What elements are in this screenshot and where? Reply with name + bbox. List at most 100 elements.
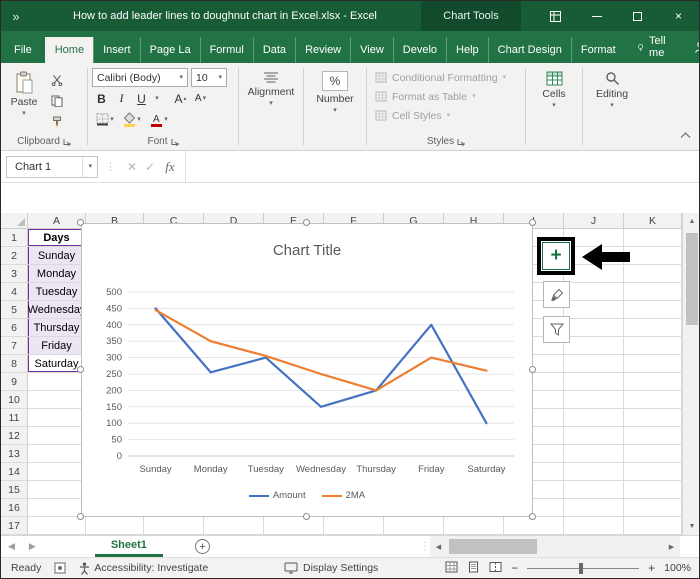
- page-break-preview-button[interactable]: [489, 561, 502, 576]
- normal-view-button[interactable]: [445, 561, 458, 576]
- chart-handle-top-center[interactable]: [303, 219, 310, 226]
- chart-handle-top-right[interactable]: [529, 219, 536, 226]
- paste-button[interactable]: Paste ▾: [5, 68, 43, 131]
- row-header-5[interactable]: 5: [1, 301, 28, 319]
- sheet-nav-right[interactable]: ▶: [22, 541, 43, 552]
- alignment-button[interactable]: Alignment ▾: [243, 68, 299, 149]
- row-header-10[interactable]: 10: [1, 391, 28, 409]
- cells-button[interactable]: Cells ▾: [530, 68, 578, 149]
- confirm-entry-button[interactable]: ✓: [141, 160, 159, 174]
- row-header-12[interactable]: 12: [1, 427, 28, 445]
- row-header-11[interactable]: 11: [1, 409, 28, 427]
- row-header-17[interactable]: 17: [1, 517, 28, 535]
- cell-K3[interactable]: [624, 265, 682, 283]
- dialog-launcher-icon[interactable]: [171, 138, 179, 146]
- cell-C17[interactable]: [144, 517, 204, 535]
- cell-J15[interactable]: [564, 481, 624, 499]
- ribbon-tab-insert[interactable]: Insert: [93, 37, 140, 63]
- insert-function-button[interactable]: fx: [159, 159, 181, 175]
- cell-K13[interactable]: [624, 445, 682, 463]
- font-family-select[interactable]: Calibri (Body) ▾: [92, 68, 188, 87]
- new-sheet-button[interactable]: +: [194, 539, 210, 554]
- cell-J10[interactable]: [564, 391, 624, 409]
- zoom-slider[interactable]: [527, 561, 640, 575]
- scroll-up-arrow[interactable]: ▲: [683, 213, 699, 230]
- ribbon-tab-home[interactable]: Home: [44, 37, 94, 63]
- ribbon-tab-help[interactable]: Help: [446, 37, 488, 63]
- cell-K6[interactable]: [624, 319, 682, 337]
- cell-J13[interactable]: [564, 445, 624, 463]
- row-header-16[interactable]: 16: [1, 499, 28, 517]
- cell-A11[interactable]: [28, 409, 86, 427]
- sheet-tab-sheet1[interactable]: Sheet1: [94, 536, 163, 557]
- scroll-left-arrow[interactable]: ◀: [430, 536, 447, 557]
- chart-handle-top-left[interactable]: [77, 219, 84, 226]
- decrease-font-size-button[interactable]: A ▾: [191, 89, 210, 108]
- cell-K10[interactable]: [624, 391, 682, 409]
- cell-A14[interactable]: [28, 463, 86, 481]
- accessibility-status[interactable]: Accessibility: Investigate: [79, 562, 208, 575]
- ribbon-tab-develo[interactable]: Develo: [392, 37, 446, 63]
- ribbon-tab-review[interactable]: Review: [295, 37, 350, 63]
- chart-plot[interactable]: 0 50 100 150 200 250 300 350 400 450 500 Sunday Mond…: [82, 270, 534, 486]
- minimize-button[interactable]: [576, 1, 617, 31]
- bold-button[interactable]: B: [92, 89, 111, 108]
- ribbon-tab-page-la[interactable]: Page La: [139, 37, 200, 63]
- chart-styles-button[interactable]: [543, 281, 570, 308]
- zoom-level[interactable]: 100%: [664, 562, 691, 574]
- row-header-4[interactable]: 4: [1, 283, 28, 301]
- chart-title[interactable]: Chart Title: [82, 242, 532, 259]
- format-as-table-button[interactable]: Format as Table ▾: [371, 87, 521, 106]
- legend-item-2ma[interactable]: 2MA: [321, 490, 365, 501]
- row-header-13[interactable]: 13: [1, 445, 28, 463]
- col-header-K[interactable]: K: [624, 213, 682, 229]
- col-header-J[interactable]: J: [564, 213, 624, 229]
- row-header-8[interactable]: 8: [1, 355, 28, 373]
- scroll-right-arrow[interactable]: ▶: [663, 536, 680, 557]
- dialog-launcher-icon[interactable]: [63, 138, 71, 146]
- chart-handle-bottom-left[interactable]: [77, 513, 84, 520]
- chart-handle-mid-left[interactable]: [77, 366, 84, 373]
- fill-color-button[interactable]: ▾: [119, 110, 145, 129]
- ribbon-tab-data[interactable]: Data: [252, 37, 295, 63]
- format-painter-button[interactable]: [47, 112, 66, 131]
- horizontal-scrollbar-track[interactable]: [447, 536, 663, 557]
- horizontal-scrollbar-thumb[interactable]: [449, 539, 537, 554]
- chart-handle-bottom-right[interactable]: [529, 513, 536, 520]
- ribbon-display-options-button[interactable]: [535, 1, 576, 31]
- cell-K15[interactable]: [624, 481, 682, 499]
- ribbon-tab-file[interactable]: File: [1, 37, 45, 63]
- cell-I17[interactable]: [504, 517, 564, 535]
- chart-filters-button[interactable]: [543, 316, 570, 343]
- cell-styles-button[interactable]: Cell Styles ▾: [371, 106, 521, 125]
- row-header-2[interactable]: 2: [1, 247, 28, 265]
- chart-elements-button[interactable]: +: [542, 242, 570, 270]
- cell-J9[interactable]: [564, 373, 624, 391]
- select-all-corner[interactable]: [1, 213, 28, 229]
- font-color-button[interactable]: A ▾: [146, 110, 172, 129]
- cell-A13[interactable]: [28, 445, 86, 463]
- row-header-9[interactable]: 9: [1, 373, 28, 391]
- row-header-1[interactable]: 1: [1, 229, 28, 247]
- cell-A5[interactable]: Wednesday: [28, 301, 86, 319]
- ribbon-tab-view[interactable]: View: [350, 37, 393, 63]
- row-header-6[interactable]: 6: [1, 319, 28, 337]
- zoom-slider-thumb[interactable]: [579, 563, 584, 574]
- scroll-down-arrow[interactable]: ▼: [683, 518, 699, 535]
- cell-A4[interactable]: Tuesday: [28, 283, 86, 301]
- conditional-formatting-button[interactable]: Conditional Formatting ▾: [371, 68, 521, 87]
- cell-H17[interactable]: [444, 517, 504, 535]
- cell-A10[interactable]: [28, 391, 86, 409]
- cell-K4[interactable]: [624, 283, 682, 301]
- sheet-nav-left[interactable]: ◀: [1, 541, 22, 552]
- cell-J8[interactable]: [564, 355, 624, 373]
- maximize-button[interactable]: [617, 1, 658, 31]
- cell-A17[interactable]: [28, 517, 86, 535]
- macro-record-button[interactable]: [54, 562, 66, 574]
- cell-J17[interactable]: [564, 517, 624, 535]
- cell-A2[interactable]: Sunday: [28, 247, 86, 265]
- cell-K17[interactable]: [624, 517, 682, 535]
- font-size-select[interactable]: 10 ▾: [191, 68, 227, 87]
- vertical-scrollbar-thumb[interactable]: [686, 233, 698, 325]
- display-settings-button[interactable]: Display Settings: [284, 562, 378, 574]
